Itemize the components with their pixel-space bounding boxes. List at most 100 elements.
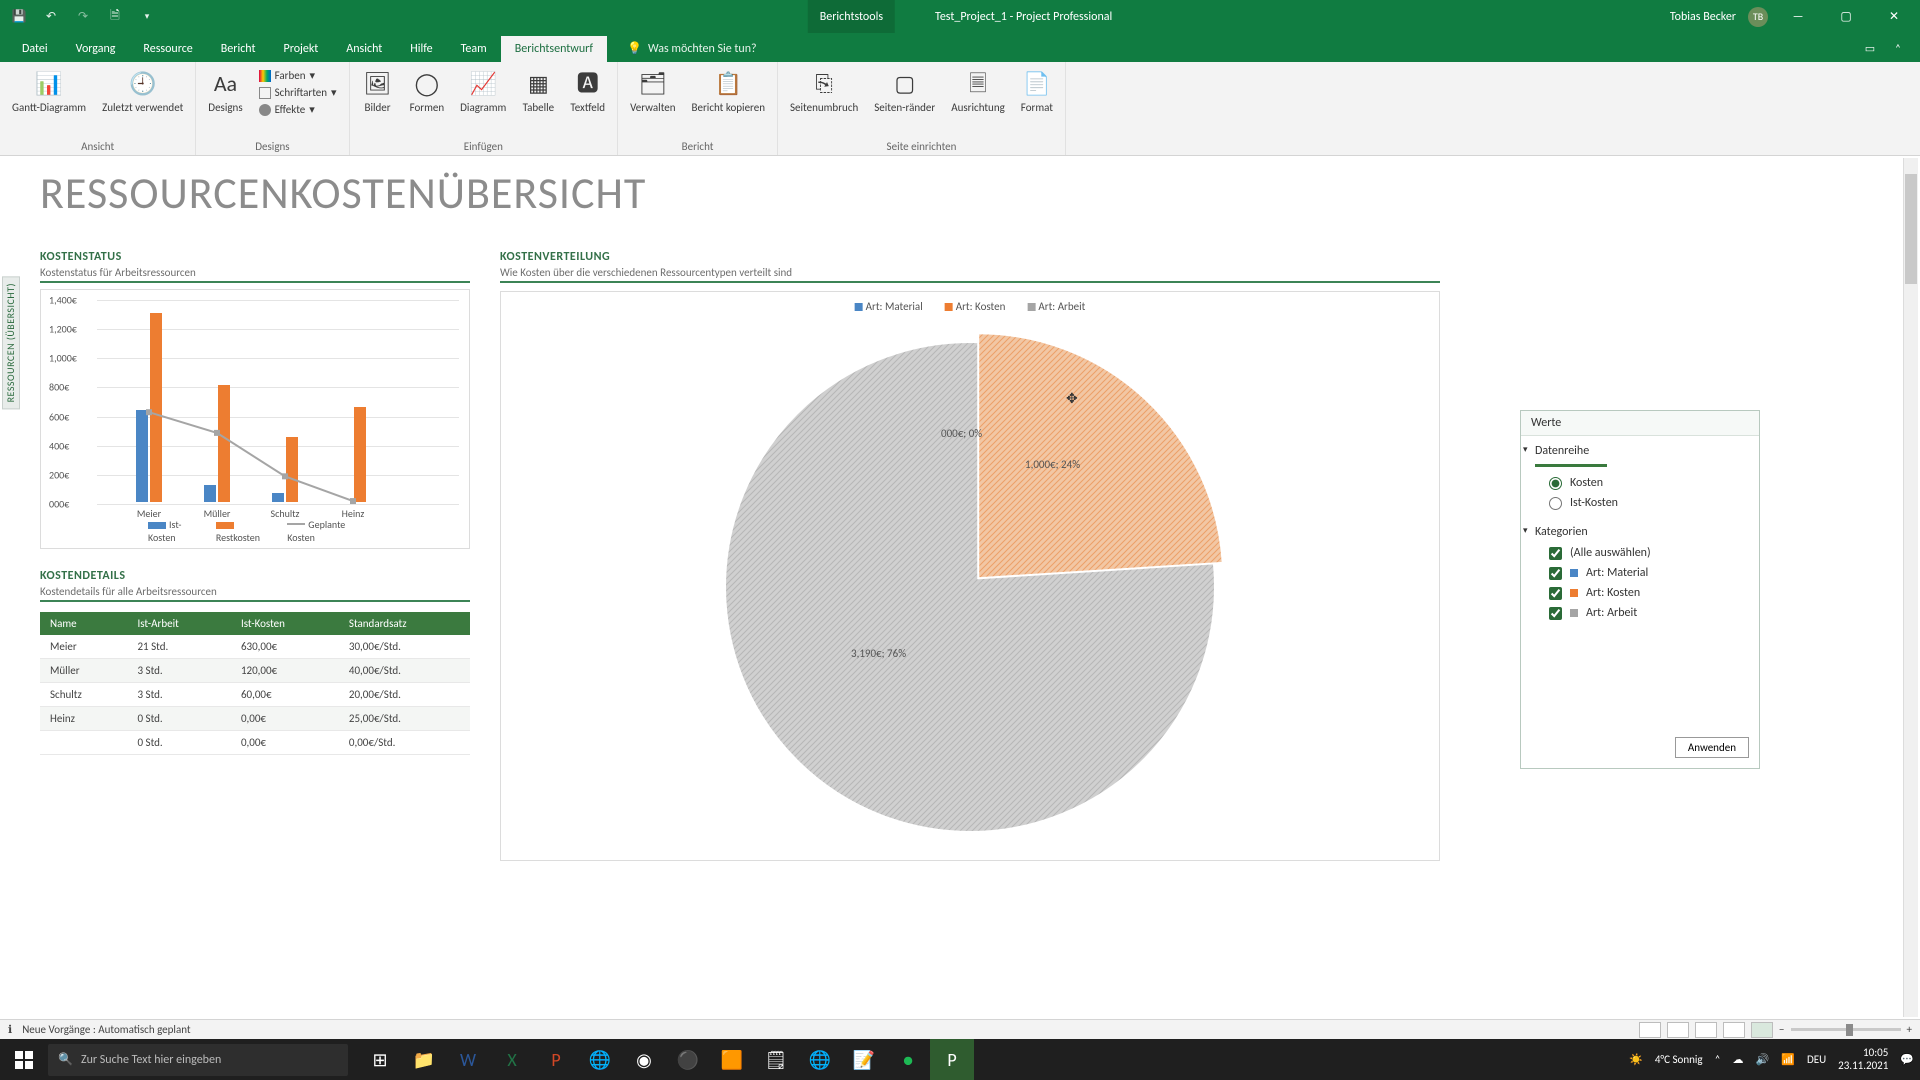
designs-button[interactable]: AaDesigns <box>204 66 246 116</box>
obs-icon[interactable]: ⚫ <box>666 1039 710 1080</box>
check-kosten[interactable]: Art: Kosten <box>1535 583 1745 603</box>
colors-button[interactable]: Farben ▾ <box>255 68 341 83</box>
pagebreak-button[interactable]: ⎘Seitenumbruch <box>786 66 862 116</box>
vertical-scrollbar[interactable] <box>1903 158 1918 1017</box>
cloud-icon[interactable]: ☁ <box>1733 1053 1744 1066</box>
panel-group-datenreihe[interactable]: Datenreihe <box>1535 440 1745 462</box>
effects-button[interactable]: Effekte ▾ <box>255 102 341 117</box>
view-btn-1[interactable] <box>1639 1022 1661 1038</box>
recent-button[interactable]: 🕘Zuletzt verwendet <box>98 66 187 116</box>
language-indicator[interactable]: DEU <box>1807 1053 1826 1066</box>
app-icon-2[interactable]: 🗒 <box>754 1039 798 1080</box>
radio-istkosten[interactable]: Ist-Kosten <box>1535 493 1745 513</box>
chart-button[interactable]: 📈Diagramm <box>456 66 510 116</box>
weather-text[interactable]: 4°C Sonnig <box>1655 1053 1703 1066</box>
qat-more-icon[interactable]: ▾ <box>138 8 156 26</box>
check-material[interactable]: Art: Material <box>1535 563 1745 583</box>
tab-team[interactable]: Team <box>447 36 501 62</box>
pie-label-arbeit: 3,190€; 76% <box>851 647 906 660</box>
close-button[interactable]: ✕ <box>1876 0 1912 33</box>
pagebreak-icon: ⎘ <box>808 68 840 100</box>
app-icon-1[interactable]: 🟧 <box>710 1039 754 1080</box>
zoom-out-button[interactable]: − <box>1779 1023 1784 1036</box>
table-button[interactable]: ▦Tabelle <box>518 66 558 116</box>
tray-chevron-icon[interactable]: ˄ <box>1715 1053 1721 1066</box>
tab-berichtsentwurf[interactable]: Berichtsentwurf <box>501 36 607 62</box>
tab-vorgang[interactable]: Vorgang <box>62 36 130 62</box>
taskbar-search[interactable]: 🔍 Zur Suche Text hier eingeben <box>48 1044 348 1076</box>
bar-legend: Ist-Kosten Restkosten Geplante Kosten <box>148 518 362 544</box>
maximize-button[interactable]: ▢ <box>1828 0 1864 33</box>
tell-me-search[interactable]: 💡 Was möchten Sie tun? <box>627 41 757 62</box>
textbox-icon: 🅰 <box>572 68 604 100</box>
pageformat-button[interactable]: 📄Format <box>1017 66 1057 116</box>
shapes-button[interactable]: ◯Formen <box>406 66 449 116</box>
textbox-button[interactable]: 🅰Textfeld <box>566 66 609 116</box>
app-icon-3[interactable]: 🌐 <box>798 1039 842 1080</box>
search-placeholder: Zur Suche Text hier eingeben <box>81 1053 221 1067</box>
start-button[interactable] <box>0 1039 48 1080</box>
view-btn-5[interactable] <box>1751 1022 1773 1038</box>
view-btn-4[interactable] <box>1723 1022 1745 1038</box>
volume-icon[interactable]: 🔊 <box>1756 1053 1770 1066</box>
status-bar: ℹ Neue Vorgänge : Automatisch geplant − … <box>0 1019 1920 1039</box>
panel-group-kategorien[interactable]: Kategorien <box>1535 521 1745 543</box>
pie-title: KOSTENVERTEILUNG <box>500 250 1440 264</box>
redo-icon[interactable]: ↷ <box>74 8 92 26</box>
gantt-icon: 📊 <box>33 68 65 100</box>
powerpoint-icon[interactable]: P <box>534 1039 578 1080</box>
fonts-button[interactable]: Schriftarten ▾ <box>255 85 341 100</box>
ribbon-display-icon[interactable]: ▭ <box>1856 34 1884 62</box>
pie-chart[interactable]: Art: Material Art: Kosten Art: Arbeit <box>500 291 1440 861</box>
edge-icon[interactable]: 🌐 <box>578 1039 622 1080</box>
app-icon-4[interactable]: 📝 <box>842 1039 886 1080</box>
bar-chart[interactable]: 000€200€400€600€800€1,000€1,200€1,400€Me… <box>40 289 470 549</box>
status-message: Neue Vorgänge : Automatisch geplant <box>22 1023 190 1036</box>
designs-icon: Aa <box>209 68 241 100</box>
tab-bericht[interactable]: Bericht <box>207 36 270 62</box>
legend-sw-plan <box>287 523 305 525</box>
check-arbeit[interactable]: Art: Arbeit <box>1535 603 1745 623</box>
notifications-icon[interactable]: 💬 <box>1900 1053 1914 1066</box>
undo-icon[interactable]: ↶ <box>42 8 60 26</box>
contextual-tab-label: Berichtstools <box>808 0 895 33</box>
save-icon[interactable]: 💾 <box>10 8 28 26</box>
collapse-ribbon-icon[interactable]: ˄ <box>1884 34 1912 62</box>
chrome-icon[interactable]: ◉ <box>622 1039 666 1080</box>
tab-ansicht[interactable]: Ansicht <box>332 36 396 62</box>
tab-ressource[interactable]: Ressource <box>129 36 206 62</box>
vertical-tab[interactable]: RESSOURCEN (ÜBERSICHT) <box>2 276 20 409</box>
view-btn-2[interactable] <box>1667 1022 1689 1038</box>
scroll-thumb[interactable] <box>1905 174 1917 284</box>
user-avatar[interactable]: TB <box>1748 7 1768 27</box>
tab-projekt[interactable]: Projekt <box>270 36 333 62</box>
spotify-icon[interactable]: ● <box>886 1039 930 1080</box>
clock[interactable]: 10:05 23.11.2021 <box>1838 1047 1888 1072</box>
project-icon[interactable]: P <box>930 1039 974 1080</box>
tab-datei[interactable]: Datei <box>8 36 62 62</box>
view-btn-3[interactable] <box>1695 1022 1717 1038</box>
explorer-icon[interactable]: 📁 <box>402 1039 446 1080</box>
word-icon[interactable]: W <box>446 1039 490 1080</box>
apply-button[interactable]: Anwenden <box>1675 737 1749 758</box>
copy-icon: 📋 <box>712 68 744 100</box>
tab-hilfe[interactable]: Hilfe <box>396 36 446 62</box>
title-bar: 💾 ↶ ↷ 🗎 ▾ Berichtstools Test_Project_1 -… <box>0 0 1920 33</box>
check-all[interactable]: (Alle auswählen) <box>1535 543 1745 563</box>
weather-icon[interactable]: ☀️ <box>1629 1053 1643 1066</box>
radio-kosten[interactable]: Kosten <box>1535 473 1745 493</box>
zoom-slider[interactable] <box>1791 1028 1901 1031</box>
pictures-button[interactable]: 🖼Bilder <box>358 66 398 116</box>
orientation-button[interactable]: 🗏Ausrichtung <box>947 66 1009 116</box>
task-view-icon[interactable]: ⊞ <box>358 1039 402 1080</box>
gantt-chart-button[interactable]: 📊Gantt-Diagramm <box>8 66 90 116</box>
margins-button[interactable]: ▢Seiten-ränder <box>870 66 939 116</box>
minimize-button[interactable]: — <box>1780 0 1816 33</box>
excel-icon[interactable]: X <box>490 1039 534 1080</box>
wifi-icon[interactable]: 📶 <box>1781 1053 1795 1066</box>
copy-report-button[interactable]: 📋Bericht kopieren <box>688 66 769 116</box>
zoom-in-button[interactable]: + <box>1907 1023 1912 1036</box>
doc-icon[interactable]: 🗎 <box>106 8 124 26</box>
details-title: KOSTENDETAILS <box>40 569 470 583</box>
manage-button[interactable]: 🗂Verwalten <box>626 66 679 116</box>
